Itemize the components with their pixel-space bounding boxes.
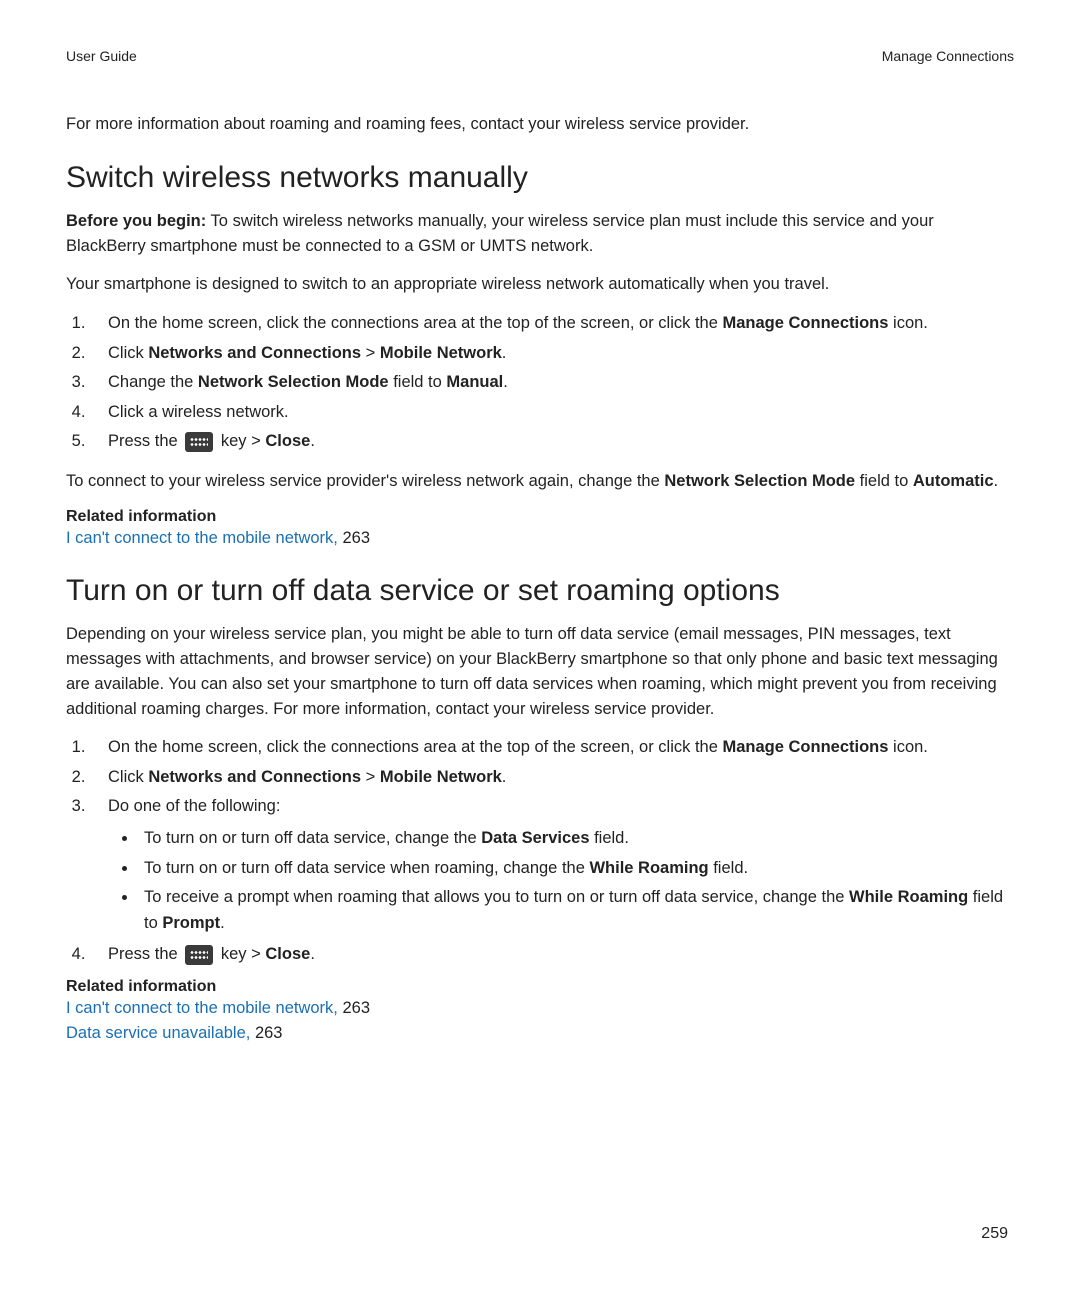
step-1: On the home screen, click the connection… — [90, 311, 1014, 337]
step-bold: Close — [265, 432, 310, 450]
step-text: > — [361, 768, 380, 786]
step-text: On the home screen, click the connection… — [108, 738, 723, 756]
before-you-begin: Before you begin: To switch wireless net… — [66, 209, 1014, 259]
data-service-paragraph: Depending on your wireless service plan,… — [66, 622, 1014, 721]
step-5: Press the key > Close. — [90, 429, 1014, 455]
step-bold: Network Selection Mode — [664, 472, 855, 490]
header-left: User Guide — [66, 48, 137, 64]
step-text: field to — [855, 472, 913, 490]
step-bold: While Roaming — [589, 859, 708, 877]
step-text: On the home screen, click the connection… — [108, 314, 723, 332]
related-page-number: 263 — [250, 1024, 282, 1042]
step-1: On the home screen, click the connection… — [90, 735, 1014, 761]
step-text: field to — [389, 373, 447, 391]
intro-paragraph: For more information about roaming and r… — [66, 112, 1014, 137]
step-3: Do one of the following: To turn on or t… — [90, 794, 1014, 936]
step-text: . — [503, 373, 508, 391]
step-bold: Networks and Connections — [148, 344, 361, 362]
before-label: Before you begin: — [66, 212, 206, 230]
step-text: Change the — [108, 373, 198, 391]
related-link-line: Data service unavailable, 263 — [66, 1021, 1014, 1046]
step-text: To receive a prompt when roaming that al… — [144, 888, 849, 906]
blackberry-key-icon — [185, 432, 213, 452]
reconnect-note: To connect to your wireless service prov… — [66, 469, 1014, 494]
step-text: Click — [108, 344, 148, 362]
step-text: . — [220, 914, 225, 932]
step-text: To turn on or turn off data service, cha… — [144, 829, 481, 847]
step-text: Click — [108, 768, 148, 786]
step-bold: Manage Connections — [723, 314, 889, 332]
link-cant-connect-mobile[interactable]: I can't connect to the mobile network, — [66, 999, 338, 1017]
bullet-while-roaming: To turn on or turn off data service when… — [138, 856, 1014, 882]
step-3: Change the Network Selection Mode field … — [90, 370, 1014, 396]
step-2: Click Networks and Connections > Mobile … — [90, 341, 1014, 367]
bullet-data-services: To turn on or turn off data service, cha… — [138, 826, 1014, 852]
header-right: Manage Connections — [882, 48, 1014, 64]
document-page: User Guide Manage Connections For more i… — [0, 0, 1080, 1303]
link-data-service-unavailable[interactable]: Data service unavailable, — [66, 1024, 250, 1042]
step-text: Press the — [108, 432, 182, 450]
step-bold: Automatic — [913, 472, 994, 490]
step-text: . — [994, 472, 999, 490]
step-text: > — [361, 344, 380, 362]
blackberry-key-icon — [185, 945, 213, 965]
step-bold: Close — [265, 945, 310, 963]
step-bold: While Roaming — [849, 888, 968, 906]
related-info-heading: Related information — [66, 978, 1014, 996]
step-bold: Manage Connections — [723, 738, 889, 756]
page-number: 259 — [66, 1225, 1014, 1243]
step-bold: Manual — [446, 373, 503, 391]
related-link-line: I can't connect to the mobile network, 2… — [66, 996, 1014, 1021]
step-2: Click Networks and Connections > Mobile … — [90, 765, 1014, 791]
step-text: key > — [216, 432, 265, 450]
step-text: icon. — [888, 738, 927, 756]
step-text: field. — [709, 859, 748, 877]
step-text: . — [502, 768, 507, 786]
step-text: To turn on or turn off data service when… — [144, 859, 589, 877]
step-text: . — [502, 344, 507, 362]
steps-data-service: On the home screen, click the connection… — [66, 735, 1014, 968]
link-cant-connect-mobile[interactable]: I can't connect to the mobile network, — [66, 529, 338, 547]
step-bold: Prompt — [162, 914, 220, 932]
step-bold: Network Selection Mode — [198, 373, 389, 391]
step-text: . — [310, 945, 315, 963]
substeps: To turn on or turn off data service, cha… — [108, 826, 1014, 936]
step-bold: Mobile Network — [380, 344, 502, 362]
step-4: Press the key > Close. — [90, 942, 1014, 968]
step-text: Press the — [108, 945, 182, 963]
related-page-number: 263 — [338, 999, 370, 1017]
step-bold: Networks and Connections — [148, 768, 361, 786]
step-4: Click a wireless network. — [90, 400, 1014, 426]
step-text: Do one of the following: — [108, 797, 280, 815]
step-text: . — [310, 432, 315, 450]
section-title-data-service: Turn on or turn off data service or set … — [66, 574, 1014, 608]
page-header: User Guide Manage Connections — [66, 48, 1014, 64]
steps-switch-networks: On the home screen, click the connection… — [66, 311, 1014, 455]
step-text: icon. — [888, 314, 927, 332]
section-title-switch-networks: Switch wireless networks manually — [66, 161, 1014, 195]
related-link-line: I can't connect to the mobile network, 2… — [66, 526, 1014, 551]
step-bold: Mobile Network — [380, 768, 502, 786]
step-text: field. — [590, 829, 629, 847]
step-text: key > — [216, 945, 265, 963]
step-bold: Data Services — [481, 829, 589, 847]
bullet-prompt: To receive a prompt when roaming that al… — [138, 885, 1014, 936]
auto-switch-note: Your smartphone is designed to switch to… — [66, 272, 1014, 297]
related-page-number: 263 — [338, 529, 370, 547]
step-text: To connect to your wireless service prov… — [66, 472, 664, 490]
related-info-heading: Related information — [66, 508, 1014, 526]
